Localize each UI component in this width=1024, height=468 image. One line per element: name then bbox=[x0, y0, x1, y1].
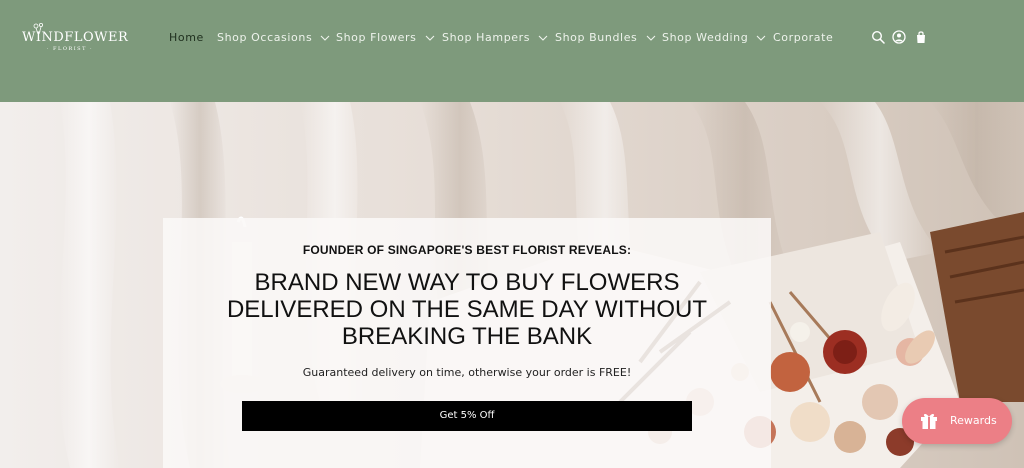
nav-item-label: Shop Flowers bbox=[336, 31, 417, 44]
search-icon[interactable] bbox=[871, 30, 885, 44]
promo-eyebrow: FOUNDER OF SINGAPORE'S BEST FLORIST REVE… bbox=[302, 243, 632, 257]
nav-item-shop-wedding[interactable]: Shop Wedding bbox=[662, 28, 766, 48]
nav-item-shop-hampers[interactable]: Shop Hampers bbox=[442, 28, 548, 48]
nav-item-label: Shop Bundles bbox=[555, 31, 638, 44]
chevron-down-icon bbox=[425, 35, 434, 41]
cart-icon[interactable] bbox=[914, 30, 928, 44]
nav-item-shop-bundles[interactable]: Shop Bundles bbox=[555, 28, 656, 48]
site-header: WINDFLOWER · FLORIST · Home Shop Occasio… bbox=[0, 0, 1024, 102]
nav-item-label: Corporate bbox=[773, 31, 834, 44]
nav-item-corporate[interactable]: Corporate bbox=[773, 28, 833, 48]
get-discount-button[interactable]: Get 5% Off bbox=[242, 401, 692, 431]
chevron-down-icon bbox=[321, 35, 330, 41]
promo-content: FOUNDER OF SINGAPORE'S BEST FLORIST REVE… bbox=[163, 218, 771, 468]
promo-headline: BRAND NEW WAY TO BUY FLOWERS DELIVERED O… bbox=[226, 269, 708, 350]
promo-subline: Guaranteed delivery on time, otherwise y… bbox=[302, 366, 632, 379]
chevron-down-icon bbox=[538, 35, 548, 41]
rewards-label: Rewards bbox=[950, 414, 997, 427]
nav-item-home[interactable]: Home bbox=[169, 28, 204, 48]
brand-tagline: · FLORIST · bbox=[46, 46, 94, 52]
rewards-button[interactable]: Rewards bbox=[902, 398, 1012, 444]
account-icon[interactable] bbox=[892, 30, 906, 44]
nav-item-label: Shop Hampers bbox=[442, 31, 531, 44]
header-actions bbox=[871, 30, 931, 46]
flower-logo-icon bbox=[33, 22, 44, 34]
chevron-down-icon bbox=[646, 35, 655, 41]
nav-item-label: Home bbox=[169, 31, 204, 44]
nav-item-shop-occasions[interactable]: Shop Occasions bbox=[217, 28, 330, 48]
nav-item-shop-flowers[interactable]: Shop Flowers bbox=[336, 28, 435, 48]
nav-item-label: Shop Occasions bbox=[217, 31, 313, 44]
gift-icon bbox=[921, 413, 937, 429]
brand-logo[interactable]: WINDFLOWER · FLORIST · bbox=[22, 22, 128, 56]
chevron-down-icon bbox=[757, 35, 766, 41]
nav-item-label: Shop Wedding bbox=[662, 31, 749, 44]
